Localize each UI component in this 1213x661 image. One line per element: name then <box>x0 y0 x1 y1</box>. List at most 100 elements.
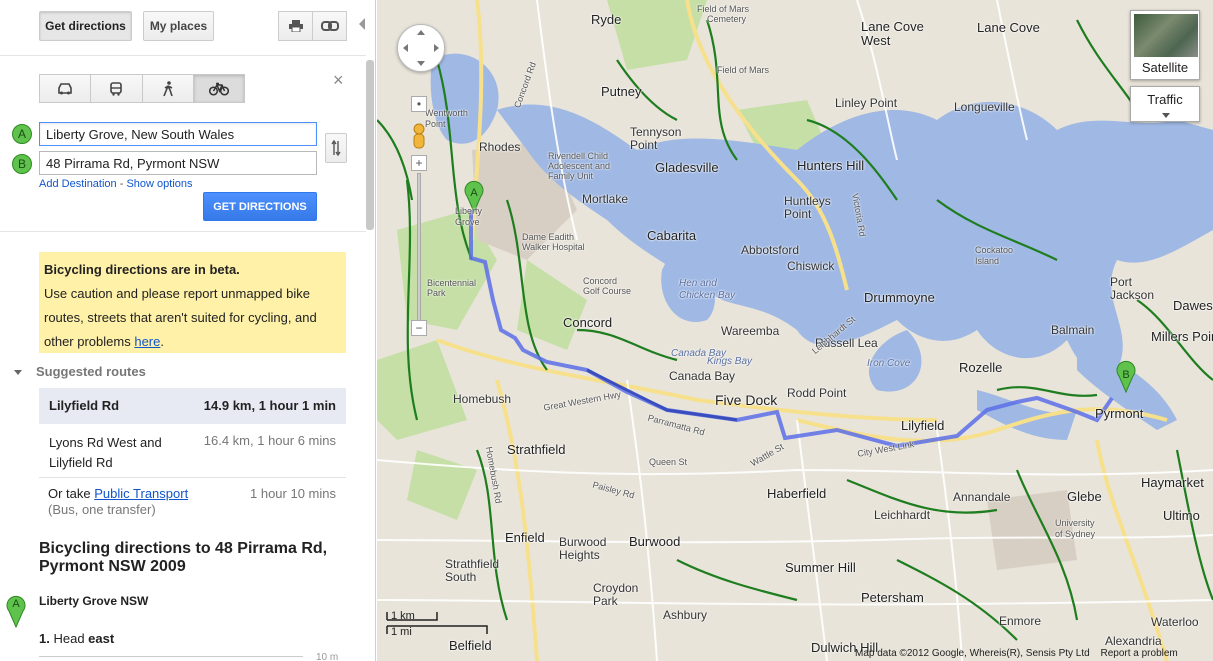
travel-mode-selector <box>39 74 245 103</box>
pan-control[interactable] <box>397 24 445 72</box>
chevron-down-icon <box>1162 113 1170 118</box>
direction-step-1[interactable]: 1. Head east <box>39 631 114 646</box>
route-name: Lilyfield Rd <box>49 398 120 413</box>
map-label: Leichhardt <box>874 508 931 522</box>
map-label: Enmore <box>999 614 1042 628</box>
beta-line-2: routes, streets that aren't suited for c… <box>44 310 317 325</box>
map-label: University of Sydney <box>1055 518 1096 539</box>
destination-input[interactable] <box>39 151 317 175</box>
mode-car[interactable] <box>39 74 92 103</box>
map-label: Croydon Park <box>593 581 639 608</box>
car-icon <box>58 82 72 94</box>
bicycle-icon <box>208 82 229 96</box>
public-transport-link[interactable]: Public Transport <box>94 486 188 501</box>
report-problem-link[interactable]: Report a problem <box>1100 648 1177 659</box>
step-distance: 10 m <box>316 652 339 661</box>
transit-icon <box>110 81 123 96</box>
route-detail: 14.9 km, 1 hour 1 min <box>203 398 336 413</box>
show-options-link[interactable]: Show options <box>126 178 192 190</box>
map-label: Iron Cove <box>867 358 911 369</box>
map-label: Petersham <box>861 590 924 605</box>
my-places-tab[interactable]: My places <box>143 11 214 41</box>
map-label: Enfield <box>505 530 545 545</box>
mode-transit[interactable] <box>90 74 143 103</box>
panel-toolbar: Get directions My places <box>0 0 366 56</box>
mode-walk[interactable] <box>141 74 194 103</box>
route-option-2[interactable]: Lyons Rd West and Lilyfield Rd 16.4 km, 1… <box>39 425 346 475</box>
map-label: Lane Cove <box>977 20 1040 35</box>
zoom-slider-track[interactable] <box>417 173 421 321</box>
mode-bicycle[interactable] <box>192 74 245 103</box>
map-label: Summer Hill <box>785 560 856 575</box>
map-label: Ashbury <box>663 608 708 622</box>
map-label: Port Jackson <box>1110 275 1155 302</box>
map-label: Wareemba <box>721 324 780 338</box>
pegman-icon[interactable] <box>410 123 428 153</box>
marker-a-icon: A <box>12 124 32 144</box>
map-label: Lilyfield <box>901 418 945 433</box>
map-label: Dame Eadith Walker Hospital <box>522 232 585 252</box>
zoom-plus-button[interactable]: + <box>411 155 427 171</box>
links-separator: - <box>119 178 124 190</box>
map-label: Tennyson Point <box>630 125 682 152</box>
close-directions-icon[interactable]: × <box>333 70 344 91</box>
map-label: Putney <box>601 84 642 99</box>
zoom-in-button[interactable]: • <box>411 96 427 112</box>
map-label: Gladesville <box>655 160 719 175</box>
map-label: Wentworth Point <box>425 108 468 129</box>
traffic-dropdown[interactable]: Traffic <box>1130 86 1200 122</box>
map-label: Field of Mars <box>697 4 750 14</box>
map-label: Cabarita <box>647 228 697 243</box>
traffic-label: Traffic <box>1147 92 1183 107</box>
route-option-1[interactable]: Lilyfield Rd 14.9 km, 1 hour 1 min <box>39 388 346 424</box>
swap-arrows-icon <box>331 140 341 156</box>
map-label: Huntleys Point <box>784 194 831 221</box>
map-label: Rozelle <box>959 360 1003 375</box>
walk-icon <box>162 80 173 96</box>
map-label: Linley Point <box>835 96 898 110</box>
map-label: Homebush <box>453 392 512 406</box>
get-directions-tab[interactable]: Get directions <box>39 11 132 41</box>
map-scale: 1 km 1 mi <box>385 610 489 642</box>
map-label: Five Dock <box>715 392 778 408</box>
map-label: Strathfield South <box>445 557 500 584</box>
report-here-link[interactable]: here <box>134 334 160 349</box>
map-label: Kings Bay <box>707 356 753 367</box>
scale-mi: 1 mi <box>391 626 412 638</box>
link-button[interactable] <box>312 11 347 41</box>
map-label: Bicentennial Park <box>427 278 477 298</box>
map-label: Field of Mars <box>717 65 770 75</box>
map-label: Burwood <box>629 534 681 549</box>
panel-scrollbar[interactable] <box>366 60 374 230</box>
map-label: Lane Cove West <box>861 19 924 48</box>
map-label: Glebe <box>1067 489 1102 504</box>
origin-input[interactable] <box>39 122 317 146</box>
suggested-routes-header[interactable]: Suggested routes <box>14 364 146 379</box>
map-label: Rodd Point <box>787 386 847 400</box>
add-destination-link[interactable]: Add Destination <box>39 178 117 190</box>
map-label: Waterloo <box>1151 615 1199 629</box>
start-marker-label: A <box>12 598 20 610</box>
marker-b-icon: B <box>12 154 32 174</box>
map-label: Abbotsford <box>741 243 800 257</box>
map-attribution: Map data ©2012 Google, Whereis(R), Sensi… <box>855 648 1090 659</box>
beta-notice: Bicycling directions are in beta. Use ca… <box>39 252 346 353</box>
beta-line-3: other problems here. <box>44 334 164 349</box>
map-label: Concord Golf Course <box>583 276 632 296</box>
start-marker-icon: A <box>6 595 26 628</box>
map-label: Dawes <box>1173 298 1213 313</box>
print-button[interactable] <box>278 11 313 41</box>
collapse-arrow-icon <box>14 370 22 376</box>
collapse-panel-icon[interactable] <box>357 17 367 31</box>
map-label: Haberfield <box>767 486 827 501</box>
map-label: Hunters Hill <box>797 158 865 173</box>
map-view[interactable]: A B Ryde Field of Mars Cemetery Field of… <box>377 0 1213 661</box>
divider <box>0 231 366 232</box>
swap-button[interactable] <box>325 133 347 163</box>
zoom-out-button[interactable]: − <box>411 320 427 336</box>
map-label: Longueville <box>954 100 1015 114</box>
map-label: Rivendell Child Adolescent and Family Un… <box>548 151 611 181</box>
map-label: Pyrmont <box>1095 406 1144 421</box>
satellite-toggle[interactable]: Satellite <box>1130 10 1200 80</box>
get-directions-button[interactable]: GET DIRECTIONS <box>203 192 317 221</box>
